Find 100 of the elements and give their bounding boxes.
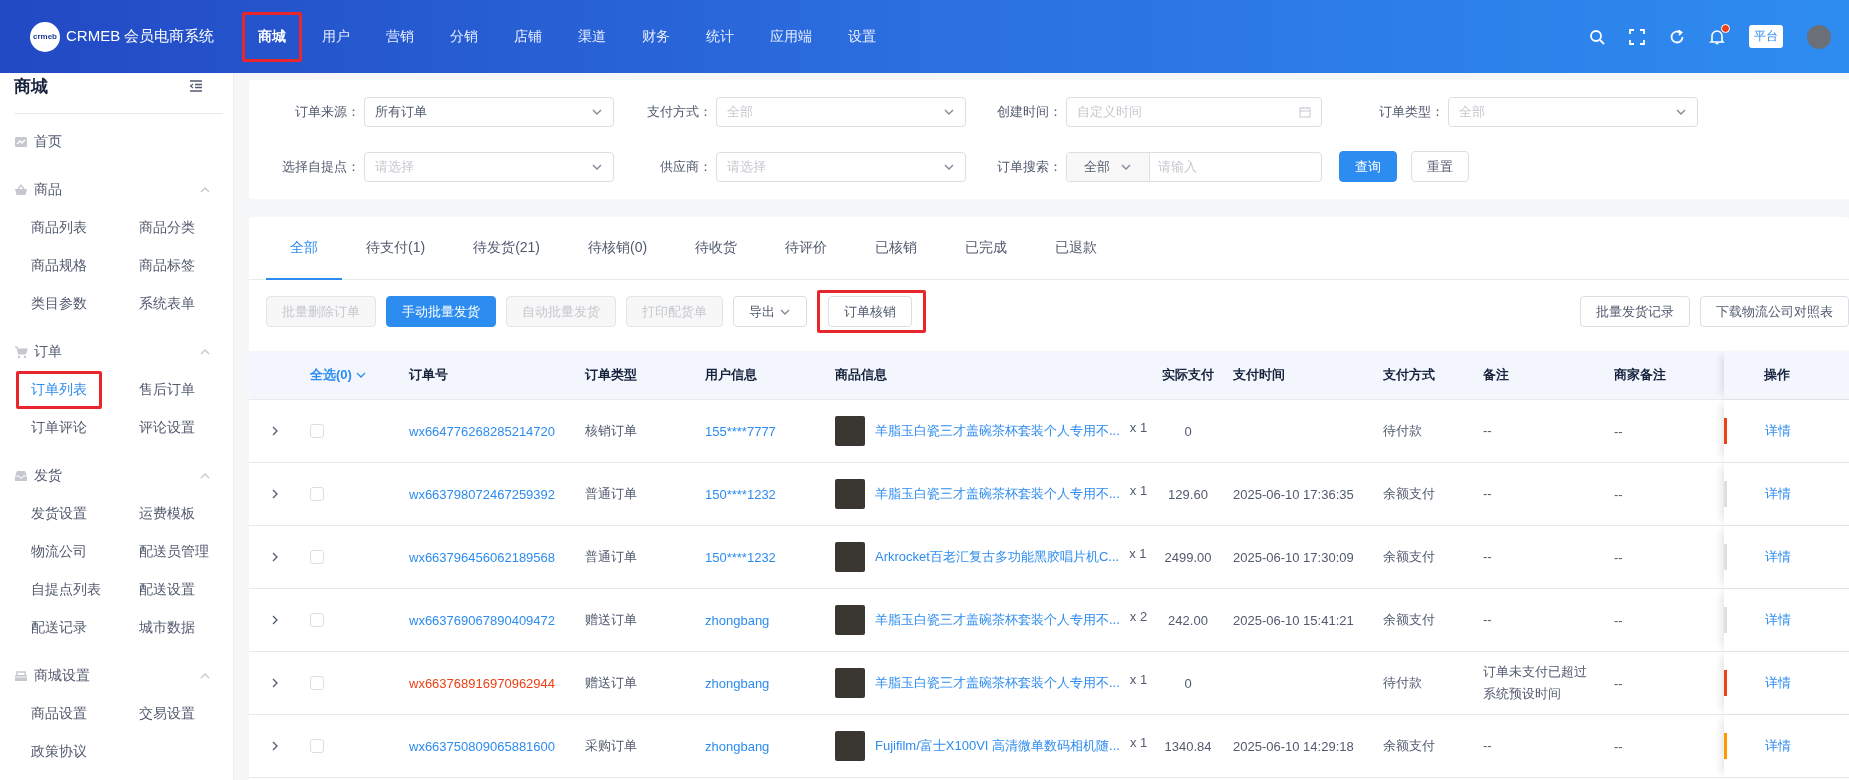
checkbox[interactable] bbox=[310, 613, 324, 627]
order-number-link[interactable]: wx663798072467259392 bbox=[409, 486, 556, 502]
order-number-link[interactable]: wx664776268285214720 bbox=[409, 423, 556, 439]
submenu-item[interactable]: 订单列表 bbox=[31, 379, 87, 401]
submenu-item[interactable]: 商品规格 bbox=[31, 255, 87, 277]
menu-item[interactable]: 首页 bbox=[34, 133, 211, 151]
status-tab[interactable]: 待收货 bbox=[671, 217, 762, 280]
details-link[interactable]: 详情 bbox=[1765, 423, 1791, 438]
menu-item[interactable]: 订单 bbox=[34, 343, 193, 361]
checkbox[interactable] bbox=[310, 424, 324, 438]
user-link[interactable]: zhongbang bbox=[705, 612, 770, 628]
nav-item[interactable]: 用户 bbox=[304, 21, 368, 52]
search-icon[interactable] bbox=[1589, 28, 1605, 45]
column-header: 备注 bbox=[1483, 366, 1509, 384]
menu-item[interactable]: 商品 bbox=[34, 181, 193, 199]
action-button[interactable]: 批量发货记录 bbox=[1580, 296, 1690, 327]
status-tab[interactable]: 待评价 bbox=[761, 217, 852, 280]
select-field[interactable]: 所有订单 bbox=[364, 97, 614, 127]
cart-icon bbox=[14, 345, 28, 359]
product-link[interactable]: 羊脂玉白瓷三才盖碗茶杯套装个人专用不... bbox=[875, 422, 1120, 440]
order-number-link[interactable]: wx663768916970962944 bbox=[409, 675, 556, 691]
status-tab[interactable]: 已完成 bbox=[941, 217, 1032, 280]
submenu-item[interactable]: 配送设置 bbox=[139, 579, 195, 601]
action-button[interactable]: 手动批量发货 bbox=[386, 296, 496, 327]
product-link[interactable]: 羊脂玉白瓷三才盖碗茶杯套装个人专用不... bbox=[875, 485, 1120, 503]
nav-item[interactable]: 统计 bbox=[688, 21, 752, 52]
reset-button[interactable]: 重置 bbox=[1411, 151, 1469, 182]
nav-item[interactable]: 店铺 bbox=[496, 21, 560, 52]
submenu-item[interactable]: 商品标签 bbox=[139, 255, 195, 277]
submenu-item[interactable]: 配送员管理 bbox=[139, 541, 209, 563]
submenu-item[interactable]: 发货设置 bbox=[31, 503, 87, 525]
bell-icon[interactable] bbox=[1709, 28, 1725, 45]
details-link[interactable]: 详情 bbox=[1765, 549, 1791, 564]
submenu-item[interactable]: 商品列表 bbox=[31, 217, 87, 239]
nav-item[interactable]: 财务 bbox=[624, 21, 688, 52]
table-cell-text: 订单未支付已超过系统预设时间 bbox=[1483, 662, 1588, 703]
checkbox[interactable] bbox=[310, 739, 324, 753]
nav-item[interactable]: 应用端 bbox=[752, 21, 830, 52]
refresh-icon[interactable] bbox=[1669, 28, 1685, 45]
details-link[interactable]: 详情 bbox=[1765, 612, 1791, 627]
fullscreen-icon[interactable] bbox=[1629, 28, 1645, 45]
table-cell-text: -- bbox=[1483, 610, 1492, 629]
nav-item[interactable]: 设置 bbox=[830, 21, 894, 52]
checkbox[interactable] bbox=[310, 550, 324, 564]
product-link[interactable]: 羊脂玉白瓷三才盖碗茶杯套装个人专用不... bbox=[875, 674, 1120, 692]
details-link[interactable]: 详情 bbox=[1765, 486, 1791, 501]
photo-placeholder bbox=[835, 731, 865, 761]
submenu-item[interactable]: 物流公司 bbox=[31, 541, 87, 563]
details-link[interactable]: 详情 bbox=[1765, 675, 1791, 690]
field-label: 订单来源： bbox=[294, 103, 361, 121]
nav-item[interactable]: 渠道 bbox=[560, 21, 624, 52]
user-link[interactable]: zhongbang bbox=[705, 738, 770, 754]
order-number-link[interactable]: wx663796456062189568 bbox=[409, 549, 556, 565]
status-tab[interactable]: 待支付(1) bbox=[342, 217, 450, 280]
submenu-item[interactable]: 评论设置 bbox=[139, 417, 195, 439]
submenu-item[interactable]: 系统表单 bbox=[139, 293, 195, 315]
nav-item[interactable]: 商城 bbox=[240, 21, 304, 52]
nav-item[interactable]: 营销 bbox=[368, 21, 432, 52]
select-all-dropdown[interactable]: 全选(0) bbox=[310, 366, 367, 384]
action-button[interactable]: 订单核销 bbox=[828, 296, 912, 327]
checkbox[interactable] bbox=[310, 487, 324, 501]
status-tab[interactable]: 待核销(0) bbox=[564, 217, 672, 280]
status-tab[interactable]: 已核销 bbox=[851, 217, 942, 280]
user-link[interactable]: zhongbang bbox=[705, 675, 770, 691]
status-tab[interactable]: 已退款 bbox=[1031, 217, 1122, 280]
product-link[interactable]: Fujifilm/富士X100VI 高清微单数码相机随... bbox=[875, 737, 1120, 755]
details-link[interactable]: 详情 bbox=[1765, 738, 1791, 753]
menu-item[interactable]: 发货 bbox=[34, 467, 193, 485]
table-cell: 余额支付 bbox=[1383, 611, 1435, 629]
nav-item[interactable]: 分销 bbox=[432, 21, 496, 52]
collapse-menu-icon[interactable] bbox=[189, 79, 203, 93]
submenu-item[interactable]: 交易设置 bbox=[139, 703, 195, 725]
checkbox[interactable] bbox=[310, 676, 324, 690]
chart-icon bbox=[14, 135, 28, 149]
submenu-item[interactable]: 订单评论 bbox=[31, 417, 87, 439]
submenu-item[interactable]: 类目参数 bbox=[31, 293, 87, 315]
product-link[interactable]: 羊脂玉白瓷三才盖碗茶杯套装个人专用不... bbox=[875, 611, 1120, 629]
submenu-item[interactable]: 运费模板 bbox=[139, 503, 195, 525]
status-tab[interactable]: 待发货(21) bbox=[449, 217, 565, 280]
submenu-item[interactable]: 政策协议 bbox=[31, 741, 87, 763]
submenu-item[interactable]: 自提点列表 bbox=[31, 579, 101, 601]
action-button[interactable]: 下载物流公司对照表 bbox=[1700, 296, 1849, 327]
status-tab[interactable]: 全部 bbox=[266, 217, 342, 280]
query-button[interactable]: 查询 bbox=[1339, 151, 1397, 182]
submenu-item[interactable]: 城市数据 bbox=[139, 617, 195, 639]
product-link[interactable]: Arkrocket百老汇复古多功能黑胶唱片机C... bbox=[875, 548, 1120, 566]
user-link[interactable]: 150****1232 bbox=[705, 549, 776, 565]
submenu-item[interactable]: 商品分类 bbox=[139, 217, 195, 239]
submenu-item[interactable]: 配送记录 bbox=[31, 617, 87, 639]
order-number-link[interactable]: wx663750809065881600 bbox=[409, 738, 556, 754]
user-link[interactable]: 155****7777 bbox=[705, 423, 776, 439]
submenu-item[interactable]: 售后订单 bbox=[139, 379, 195, 401]
submenu-item[interactable]: 商品设置 bbox=[31, 703, 87, 725]
order-number-link[interactable]: wx663769067890409472 bbox=[409, 612, 556, 628]
export-dropdown[interactable]: 导出 bbox=[733, 296, 807, 327]
table-cell-text: -- bbox=[1483, 421, 1492, 440]
quantity-text: x 1 bbox=[1129, 420, 1148, 435]
quantity-text: x 1 bbox=[1129, 483, 1148, 498]
menu-item[interactable]: 商城设置 bbox=[34, 667, 193, 685]
user-link[interactable]: 150****1232 bbox=[705, 486, 776, 502]
